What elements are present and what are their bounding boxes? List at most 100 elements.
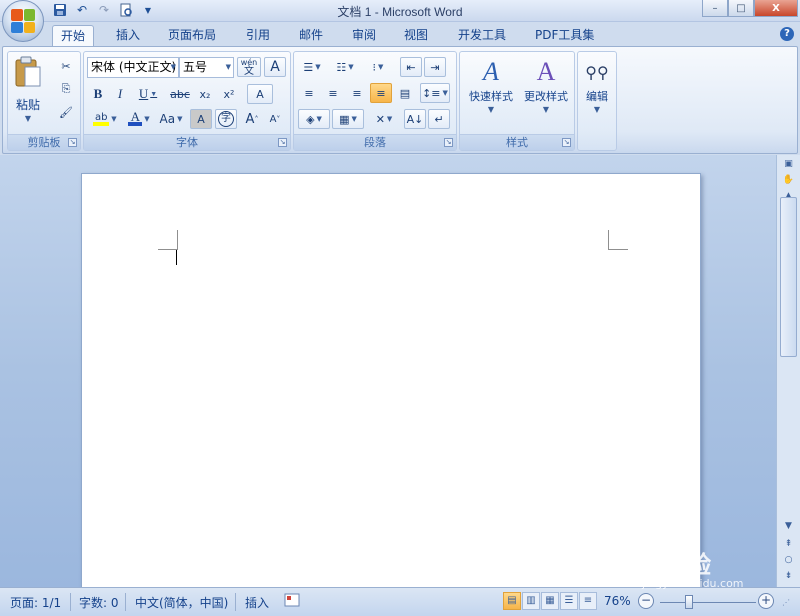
paste-dropdown-icon: ▼: [24, 114, 32, 123]
tab-view[interactable]: 视图: [396, 25, 436, 47]
print-layout-view-icon[interactable]: ▤: [503, 592, 521, 610]
shrink-font-button[interactable]: A ˅: [264, 109, 286, 129]
change-case-button[interactable]: Aa ▼: [156, 109, 186, 129]
tab-insert[interactable]: 插入: [108, 25, 148, 47]
multilevel-list-button[interactable]: ⁝ ▼: [363, 57, 393, 77]
borders-button[interactable]: ▦ ▼: [332, 109, 364, 129]
font-name-combo[interactable]: 宋体 (中文正文) ▼: [87, 57, 179, 78]
zoom-slider-thumb[interactable]: [684, 595, 693, 609]
numbered-list-icon: ☷: [336, 60, 347, 74]
subscript-button[interactable]: x₂: [194, 84, 216, 104]
help-icon[interactable]: ?: [780, 27, 794, 41]
char-border-button[interactable]: A: [264, 57, 286, 77]
edit-button[interactable]: ⚲⚲ 编辑 ▼: [580, 56, 614, 115]
scroll-down-icon[interactable]: ▼: [780, 519, 797, 534]
highlight-label: ab: [95, 111, 108, 123]
justify-button[interactable]: ≡: [370, 83, 392, 103]
grow-font-button[interactable]: A ˄: [241, 109, 263, 129]
vertical-scrollbar[interactable]: ▣ ✋ ▲ ▼ ⇞ ○ ⇟: [776, 155, 800, 587]
full-screen-reading-icon[interactable]: ▥: [522, 592, 540, 610]
change-styles-icon: A: [536, 57, 556, 86]
scrollbar-thumb[interactable]: [780, 197, 797, 357]
office-button[interactable]: [2, 0, 44, 42]
cut-button[interactable]: ✂: [56, 56, 76, 76]
phonetic-guide-button[interactable]: wén 文: [237, 57, 261, 77]
char-shading-button[interactable]: A: [190, 109, 212, 129]
bold-button[interactable]: B: [88, 84, 108, 104]
align-center-button[interactable]: ≡: [322, 83, 344, 103]
clipboard-launcher-icon[interactable]: ↘: [68, 138, 77, 147]
tab-page-layout[interactable]: 页面布局: [160, 25, 224, 47]
highlight-button[interactable]: ab ▼: [88, 109, 122, 129]
pan-hand-icon[interactable]: ✋: [780, 173, 797, 188]
chevron-down-icon: ▼: [542, 105, 550, 114]
shrink-arrow-icon: ˅: [276, 114, 281, 124]
font-size-combo[interactable]: 五号 ▼: [179, 57, 234, 78]
outline-view-icon[interactable]: ☰: [560, 592, 578, 610]
distributed-button[interactable]: ▤: [394, 83, 416, 103]
tab-developer[interactable]: 开发工具: [450, 25, 514, 47]
zoom-in-button[interactable]: +: [758, 593, 774, 609]
minimize-button[interactable]: –: [702, 0, 728, 17]
web-layout-icon[interactable]: ▦: [541, 592, 559, 610]
justify-icon: ≡: [376, 86, 386, 100]
enclose-characters-button[interactable]: 字: [215, 109, 237, 129]
clear-formatting-button[interactable]: A: [247, 84, 273, 104]
styles-launcher-icon[interactable]: ↘: [562, 138, 571, 147]
strikethrough-button[interactable]: abc: [168, 84, 192, 104]
font-color-button[interactable]: A ▼: [124, 109, 154, 129]
underline-label: U: [138, 86, 149, 101]
numbering-button[interactable]: ☷ ▼: [330, 57, 360, 77]
decrease-indent-button[interactable]: ⇤: [400, 57, 422, 77]
quick-styles-button[interactable]: A 快速样式 ▼: [464, 56, 518, 114]
align-left-button[interactable]: ≡: [298, 83, 320, 103]
next-page-icon[interactable]: ⇟: [780, 569, 797, 584]
language-indicator[interactable]: 中文(简体，中国): [135, 594, 228, 611]
line-spacing-button[interactable]: ↕≡ ▼: [420, 83, 450, 103]
zoom-slider-track[interactable]: [660, 602, 756, 603]
window-controls: – □ X: [702, 0, 798, 17]
word-count[interactable]: 字数: 0: [79, 594, 119, 611]
close-button[interactable]: X: [754, 0, 798, 17]
show-marks-button[interactable]: ↵: [428, 109, 450, 129]
tab-references[interactable]: 引用: [238, 25, 278, 47]
zoom-out-button[interactable]: −: [638, 593, 654, 609]
font-color-bar: [128, 122, 143, 126]
tab-mailings[interactable]: 邮件: [291, 25, 331, 47]
paragraph-launcher-icon[interactable]: ↘: [444, 138, 453, 147]
page-count[interactable]: 页面: 1/1: [10, 594, 61, 611]
tab-home[interactable]: 开始: [52, 25, 95, 47]
paint-bucket-icon: ◈: [306, 112, 315, 126]
document-page[interactable]: [81, 173, 701, 603]
italic-button[interactable]: I: [110, 84, 130, 104]
change-case-label: Aa: [159, 112, 176, 126]
previous-page-icon[interactable]: ⇞: [780, 537, 797, 552]
draft-view-icon[interactable]: ≡: [579, 592, 597, 610]
align-left-icon: ≡: [304, 86, 314, 100]
macro-record-icon[interactable]: [284, 592, 300, 611]
ruler-toggle-icon[interactable]: ▣: [780, 157, 797, 172]
chevron-down-icon: ▼: [144, 115, 150, 123]
browse-object-icon[interactable]: ○: [780, 553, 797, 568]
resize-grip-icon[interactable]: ⋰: [782, 598, 790, 607]
underline-button[interactable]: U ▼: [134, 84, 162, 104]
increase-indent-button[interactable]: ⇥: [424, 57, 446, 77]
chevron-down-icon: ▼: [442, 89, 448, 97]
maximize-button[interactable]: □: [728, 0, 754, 17]
sort-button[interactable]: A↓: [404, 109, 426, 129]
asian-layout-button[interactable]: ✕ ▼: [368, 109, 400, 129]
tab-review[interactable]: 审阅: [344, 25, 384, 47]
copy-button[interactable]: ⎘: [56, 79, 76, 99]
insert-mode[interactable]: 插入: [245, 594, 269, 611]
zoom-level[interactable]: 76%: [604, 594, 631, 608]
title-bar: ↶ ↷ ▼ 文档 1 - Microsoft Word – □ X: [0, 0, 800, 22]
paste-button[interactable]: 粘贴 ▼: [12, 56, 44, 123]
tab-pdf-tools[interactable]: PDF工具集: [527, 25, 602, 47]
shading-button[interactable]: ◈ ▼: [298, 109, 330, 129]
font-launcher-icon[interactable]: ↘: [278, 138, 287, 147]
bullets-button[interactable]: ☰ ▼: [297, 57, 327, 77]
align-right-button[interactable]: ≡: [346, 83, 368, 103]
change-styles-button[interactable]: A 更改样式 ▼: [518, 56, 574, 114]
format-painter-button[interactable]: 🖌: [56, 102, 76, 122]
superscript-button[interactable]: x²: [218, 84, 240, 104]
